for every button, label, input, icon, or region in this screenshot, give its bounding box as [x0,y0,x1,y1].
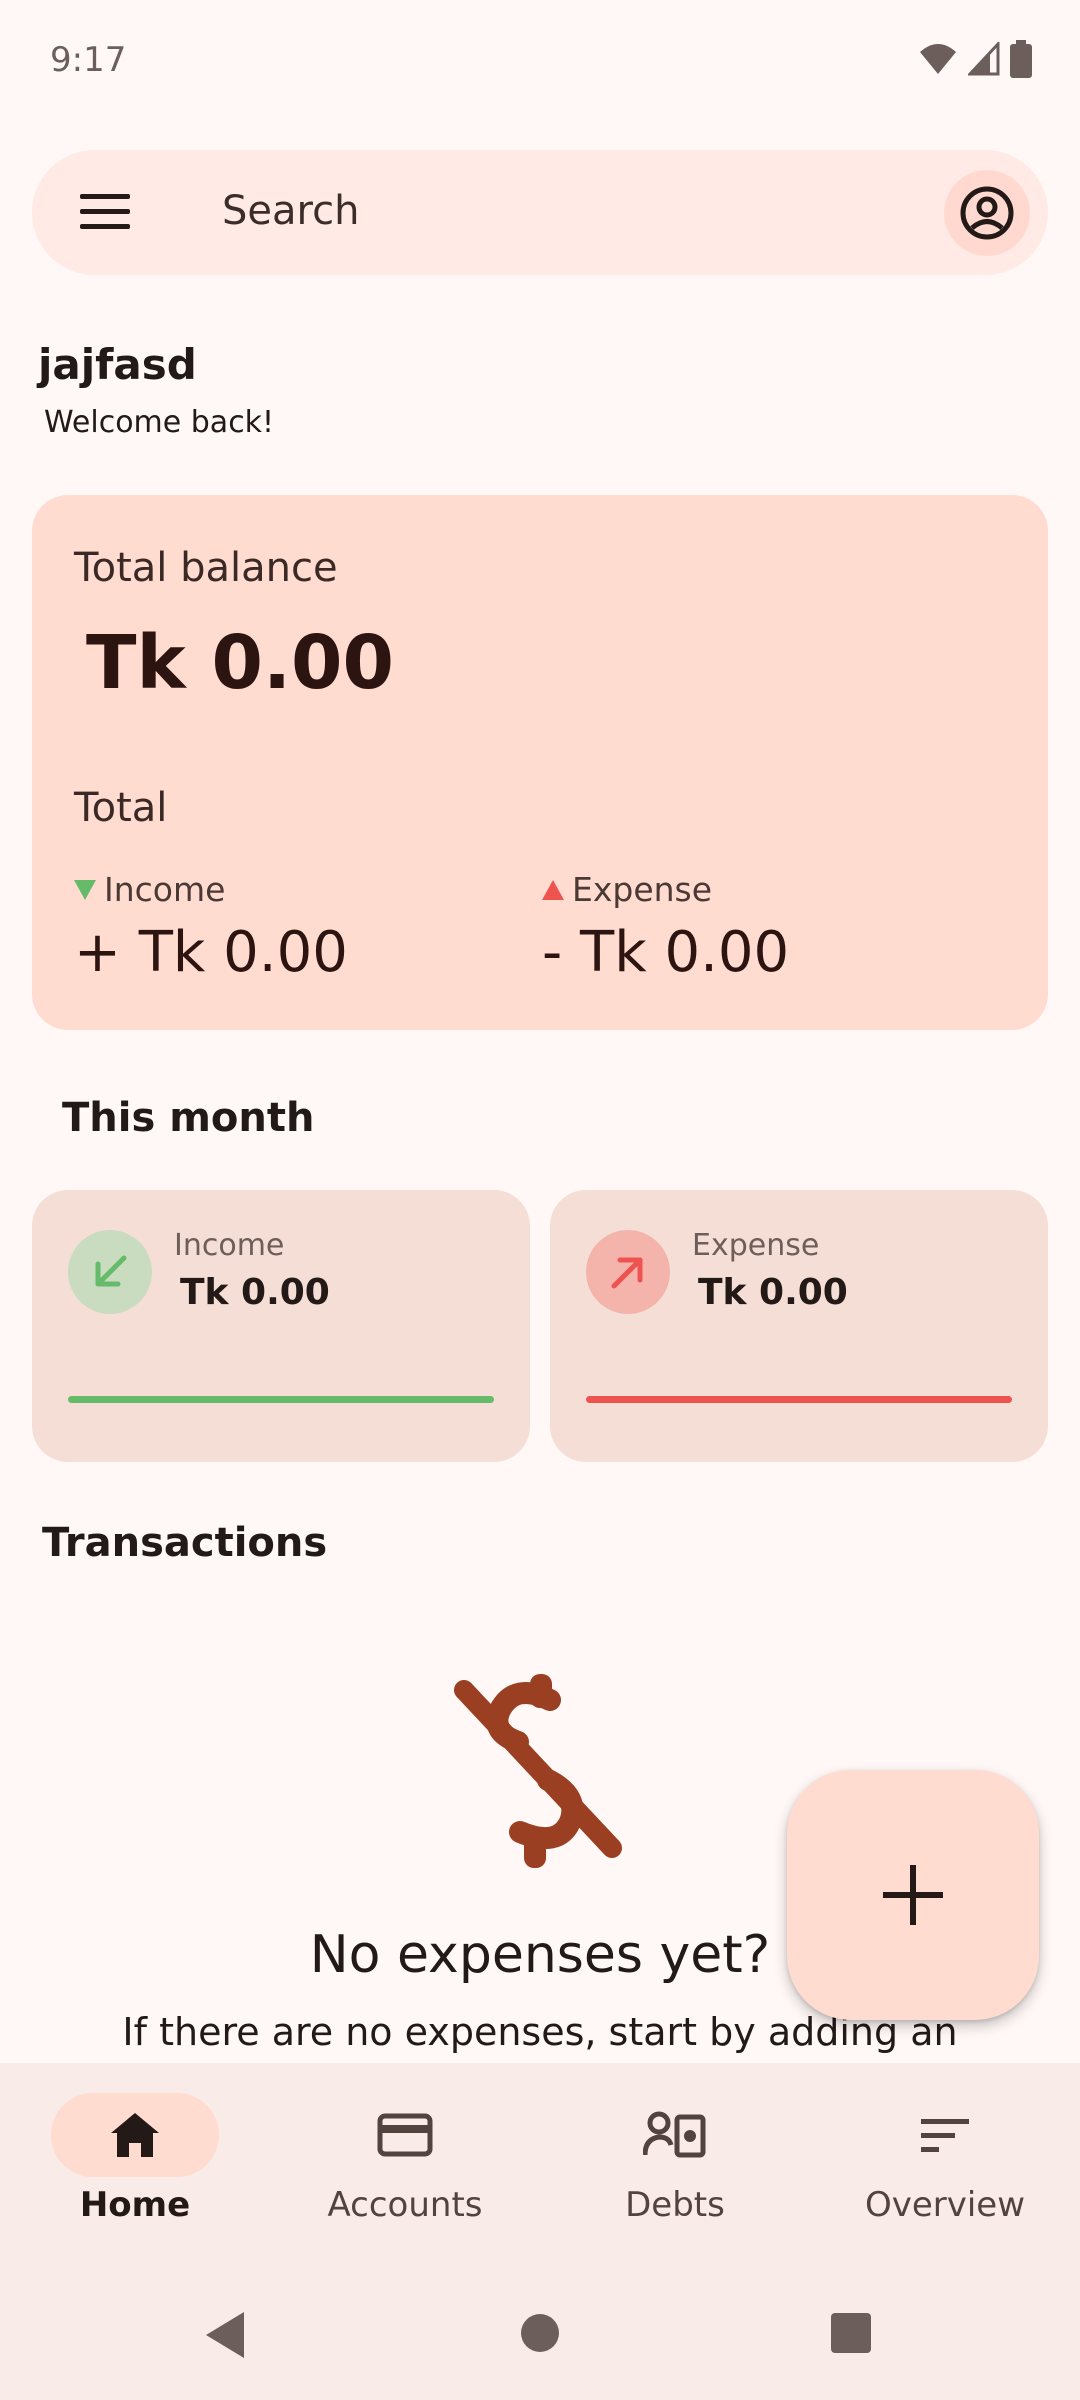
battery-icon [1010,40,1032,78]
income-amount: + Tk 0.00 [74,920,348,985]
status-icons [918,40,1032,78]
nav-debts-label: Debts [625,2185,725,2225]
month-expense-card[interactable]: Expense Tk 0.00 [550,1190,1048,1462]
this-month-heading: This month [62,1095,315,1141]
debts-icon [643,2111,706,2158]
balance-amount: Tk 0.00 [86,620,395,706]
status-time: 9:17 [50,40,127,80]
month-income-card[interactable]: Income Tk 0.00 [32,1190,530,1462]
expense-triangle-icon [542,879,564,900]
signal-icon [968,42,1000,76]
income-triangle-icon [74,879,96,900]
search-bar[interactable]: Search [32,150,1048,275]
income-label: Income [104,870,226,909]
nav-overview-label: Overview [864,2185,1026,2225]
expense-progress-bar [586,1396,1012,1403]
menu-icon[interactable] [80,192,130,230]
credit-card-icon [377,2113,433,2157]
transactions-heading: Transactions [42,1520,328,1566]
nav-home[interactable]: Home [0,2093,270,2243]
expense-row: Expense [542,870,712,909]
month-expense-label: Expense [692,1228,820,1263]
nav-overview-pill [861,2093,1029,2177]
username: jajfasd [38,340,197,389]
home-icon [111,2113,159,2157]
expense-label: Expense [572,870,713,909]
balance-card[interactable]: Total balance Tk 0.00 Total Income Expen… [32,495,1048,1030]
balance-title: Total balance [74,545,338,591]
total-label: Total [74,785,168,831]
search-placeholder[interactable]: Search [222,188,359,234]
nav-accounts-pill [321,2093,489,2177]
welcome-text: Welcome back! [44,405,275,440]
income-progress-bar [68,1396,494,1403]
money-off-icon [454,1674,622,1868]
nav-debts-pill [591,2093,759,2177]
income-row: Income [74,870,225,909]
sort-icon [921,2119,969,2152]
account-circle-icon [960,186,1014,240]
month-income-amount: Tk 0.00 [180,1272,330,1313]
nav-overview[interactable]: Overview [810,2093,1080,2243]
nav-debts[interactable]: Debts [540,2093,810,2243]
arrow-down-left-icon [68,1230,152,1314]
nav-home-pill[interactable] [51,2093,219,2177]
arrow-up-right-icon [586,1230,670,1314]
nav-accounts[interactable]: Accounts [270,2093,540,2243]
home-circle-icon[interactable] [520,2310,560,2356]
plus-icon [883,1865,943,1925]
expense-amount: - Tk 0.00 [542,920,790,985]
back-icon[interactable] [204,2310,248,2360]
recents-icon[interactable] [830,2310,872,2356]
month-income-label: Income [174,1228,285,1263]
month-expense-amount: Tk 0.00 [698,1272,848,1313]
add-transaction-button[interactable] [787,1770,1039,2020]
nav-home-label: Home [79,2185,191,2225]
profile-button[interactable] [944,170,1030,256]
nav-accounts-label: Accounts [327,2185,483,2225]
wifi-icon [920,44,956,74]
